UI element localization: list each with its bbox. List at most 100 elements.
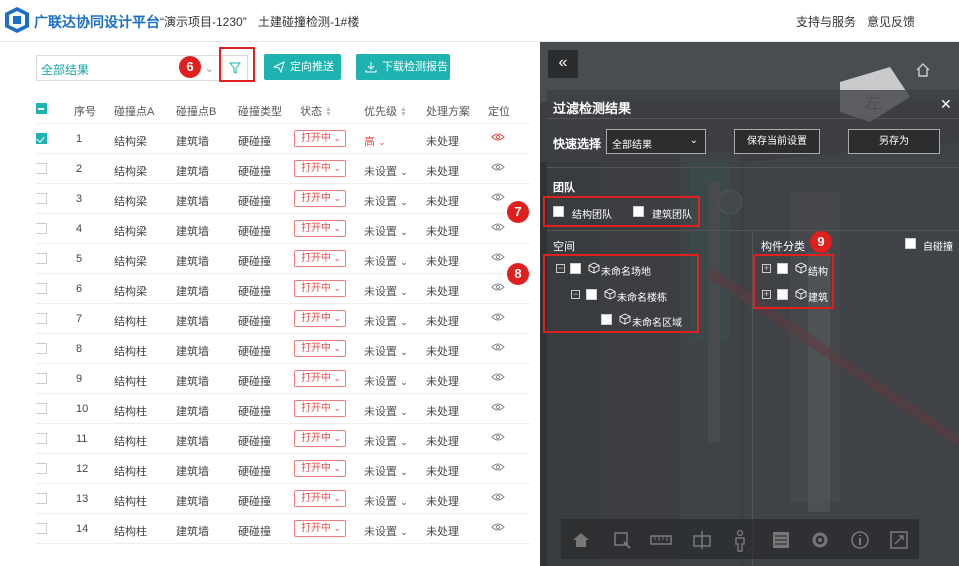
walk-mode-icon[interactable] [732, 530, 748, 552]
row-checkbox[interactable] [36, 433, 47, 444]
targeted-push-button[interactable]: 定向推送 [264, 54, 341, 80]
table-row[interactable]: 12 结构柱 建筑墙 硬碰撞 打开中 ⌄ 未设置 ⌄ 未处理 [36, 454, 530, 484]
status-dropdown[interactable]: 打开中 ⌄ [294, 250, 346, 267]
priority-dropdown[interactable]: 未设置 ⌄ [364, 253, 408, 269]
sort-icon[interactable]: ▲ ▼ [400, 106, 407, 118]
settings-icon[interactable] [810, 530, 830, 550]
status-dropdown[interactable]: 打开中 ⌄ [294, 160, 346, 177]
priority-dropdown[interactable]: 未设置 ⌄ [364, 223, 408, 239]
row-checkbox[interactable] [36, 193, 47, 204]
eye-icon[interactable] [491, 132, 505, 142]
col-type: 碰撞类型 [238, 106, 282, 118]
row-checkbox[interactable] [36, 373, 47, 384]
project-name[interactable]: “演示项目-1230” [160, 13, 247, 30]
status-dropdown[interactable]: 打开中 ⌄ [294, 460, 346, 477]
status-dropdown[interactable]: 打开中 ⌄ [294, 310, 346, 327]
fullscreen-icon[interactable] [889, 530, 909, 550]
table-row[interactable]: 3 结构梁 建筑墙 硬碰撞 打开中 ⌄ 未设置 ⌄ 未处理 [36, 184, 530, 214]
eye-icon[interactable] [491, 492, 505, 502]
support-link[interactable]: 支持与服务 [796, 13, 856, 30]
status-dropdown[interactable]: 打开中 ⌄ [294, 520, 346, 537]
quick-select-dropdown[interactable]: 全部结果 ⌄ [606, 129, 706, 154]
table-row[interactable]: 14 结构柱 建筑墙 硬碰撞 打开中 ⌄ 未设置 ⌄ 未处理 [36, 514, 530, 544]
eye-icon[interactable] [491, 402, 505, 412]
priority-dropdown[interactable]: 未设置 ⌄ [364, 463, 408, 479]
table-row[interactable]: 1 结构梁 建筑墙 硬碰撞 打开中 ⌄ 高 ⌄ 未处理 [36, 124, 530, 154]
subproject-name[interactable]: 土建碰撞检测-1#楼 [258, 13, 359, 30]
priority-dropdown[interactable]: 未设置 ⌄ [364, 493, 408, 509]
status-dropdown[interactable]: 打开中 ⌄ [294, 370, 346, 387]
sort-icon[interactable]: ▲ ▼ [325, 106, 332, 118]
eye-icon[interactable] [491, 252, 505, 262]
eye-icon[interactable] [491, 432, 505, 442]
table-row[interactable]: 7 结构柱 建筑墙 硬碰撞 打开中 ⌄ 未设置 ⌄ 未处理 [36, 304, 530, 334]
priority-dropdown[interactable]: 未设置 ⌄ [364, 163, 408, 179]
close-icon[interactable]: ✕ [940, 96, 952, 113]
row-checkbox[interactable] [36, 403, 47, 414]
collapse-panel-button[interactable]: « [548, 50, 578, 78]
row-checkbox[interactable] [36, 253, 47, 264]
priority-dropdown[interactable]: 高 ⌄ [364, 133, 386, 149]
status-dropdown[interactable]: 打开中 ⌄ [294, 400, 346, 417]
eye-icon[interactable] [491, 312, 505, 322]
properties-icon[interactable] [771, 530, 791, 550]
eye-icon[interactable] [491, 342, 505, 352]
zoom-window-icon[interactable] [612, 530, 632, 550]
home-icon[interactable] [915, 62, 931, 78]
table-row[interactable]: 5 结构梁 建筑墙 硬碰撞 打开中 ⌄ 未设置 ⌄ 未处理 [36, 244, 530, 274]
row-checkbox[interactable] [36, 523, 47, 534]
chevron-down-icon: ⌄ [333, 403, 341, 413]
priority-dropdown[interactable]: 未设置 ⌄ [364, 403, 408, 419]
table-row[interactable]: 2 结构梁 建筑墙 硬碰撞 打开中 ⌄ 未设置 ⌄ 未处理 [36, 154, 530, 184]
download-report-button[interactable]: 下载检测报告 [356, 54, 450, 80]
chevron-down-icon: ⌄ [378, 137, 386, 147]
measure-icon[interactable] [650, 530, 672, 550]
eye-icon[interactable] [491, 522, 505, 532]
select-all-checkbox[interactable] [36, 103, 47, 114]
home-view-icon[interactable] [571, 530, 591, 550]
table-row[interactable]: 13 结构柱 建筑墙 硬碰撞 打开中 ⌄ 未设置 ⌄ 未处理 [36, 484, 530, 514]
priority-dropdown[interactable]: 未设置 ⌄ [364, 193, 408, 209]
status-dropdown[interactable]: 打开中 ⌄ [294, 340, 346, 357]
eye-icon[interactable] [491, 162, 505, 172]
status-dropdown[interactable]: 打开中 ⌄ [294, 280, 346, 297]
row-checkbox[interactable] [36, 343, 47, 354]
save-settings-button[interactable]: 保存当前设置 [734, 129, 820, 154]
eye-icon[interactable] [491, 372, 505, 382]
eye-icon[interactable] [491, 282, 505, 292]
section-icon[interactable] [692, 530, 712, 550]
self-collision-checkbox[interactable] [905, 238, 916, 249]
eye-icon[interactable] [491, 462, 505, 472]
col-status[interactable]: 状态 ▲ ▼ [300, 103, 332, 119]
priority-dropdown[interactable]: 未设置 ⌄ [364, 283, 408, 299]
status-dropdown[interactable]: 打开中 ⌄ [294, 490, 346, 507]
row-checkbox[interactable] [36, 133, 47, 144]
row-checkbox[interactable] [36, 223, 47, 234]
eye-icon[interactable] [491, 192, 505, 202]
row-checkbox[interactable] [36, 463, 47, 474]
priority-dropdown[interactable]: 未设置 ⌄ [364, 523, 408, 539]
eye-icon[interactable] [491, 222, 505, 232]
status-dropdown[interactable]: 打开中 ⌄ [294, 130, 346, 147]
row-checkbox[interactable] [36, 283, 47, 294]
info-icon[interactable] [850, 530, 870, 550]
row-checkbox[interactable] [36, 313, 47, 324]
status-dropdown[interactable]: 打开中 ⌄ [294, 430, 346, 447]
priority-dropdown[interactable]: 未设置 ⌄ [364, 343, 408, 359]
priority-dropdown[interactable]: 未设置 ⌄ [364, 373, 408, 389]
status-dropdown[interactable]: 打开中 ⌄ [294, 190, 346, 207]
table-row[interactable]: 4 结构梁 建筑墙 硬碰撞 打开中 ⌄ 未设置 ⌄ 未处理 [36, 214, 530, 244]
table-row[interactable]: 9 结构柱 建筑墙 硬碰撞 打开中 ⌄ 未设置 ⌄ 未处理 [36, 364, 530, 394]
priority-dropdown[interactable]: 未设置 ⌄ [364, 313, 408, 329]
table-row[interactable]: 6 结构梁 建筑墙 硬碰撞 打开中 ⌄ 未设置 ⌄ 未处理 [36, 274, 530, 304]
row-checkbox[interactable] [36, 163, 47, 174]
table-row[interactable]: 8 结构柱 建筑墙 硬碰撞 打开中 ⌄ 未设置 ⌄ 未处理 [36, 334, 530, 364]
row-checkbox[interactable] [36, 493, 47, 504]
priority-dropdown[interactable]: 未设置 ⌄ [364, 433, 408, 449]
status-dropdown[interactable]: 打开中 ⌄ [294, 220, 346, 237]
col-priority[interactable]: 优先级 ▲ ▼ [364, 103, 407, 119]
table-row[interactable]: 11 结构柱 建筑墙 硬碰撞 打开中 ⌄ 未设置 ⌄ 未处理 [36, 424, 530, 454]
feedback-link[interactable]: 意见反馈 [867, 13, 915, 30]
save-as-button[interactable]: 另存为 [848, 129, 940, 154]
table-row[interactable]: 10 结构柱 建筑墙 硬碰撞 打开中 ⌄ 未设置 ⌄ 未处理 [36, 394, 530, 424]
